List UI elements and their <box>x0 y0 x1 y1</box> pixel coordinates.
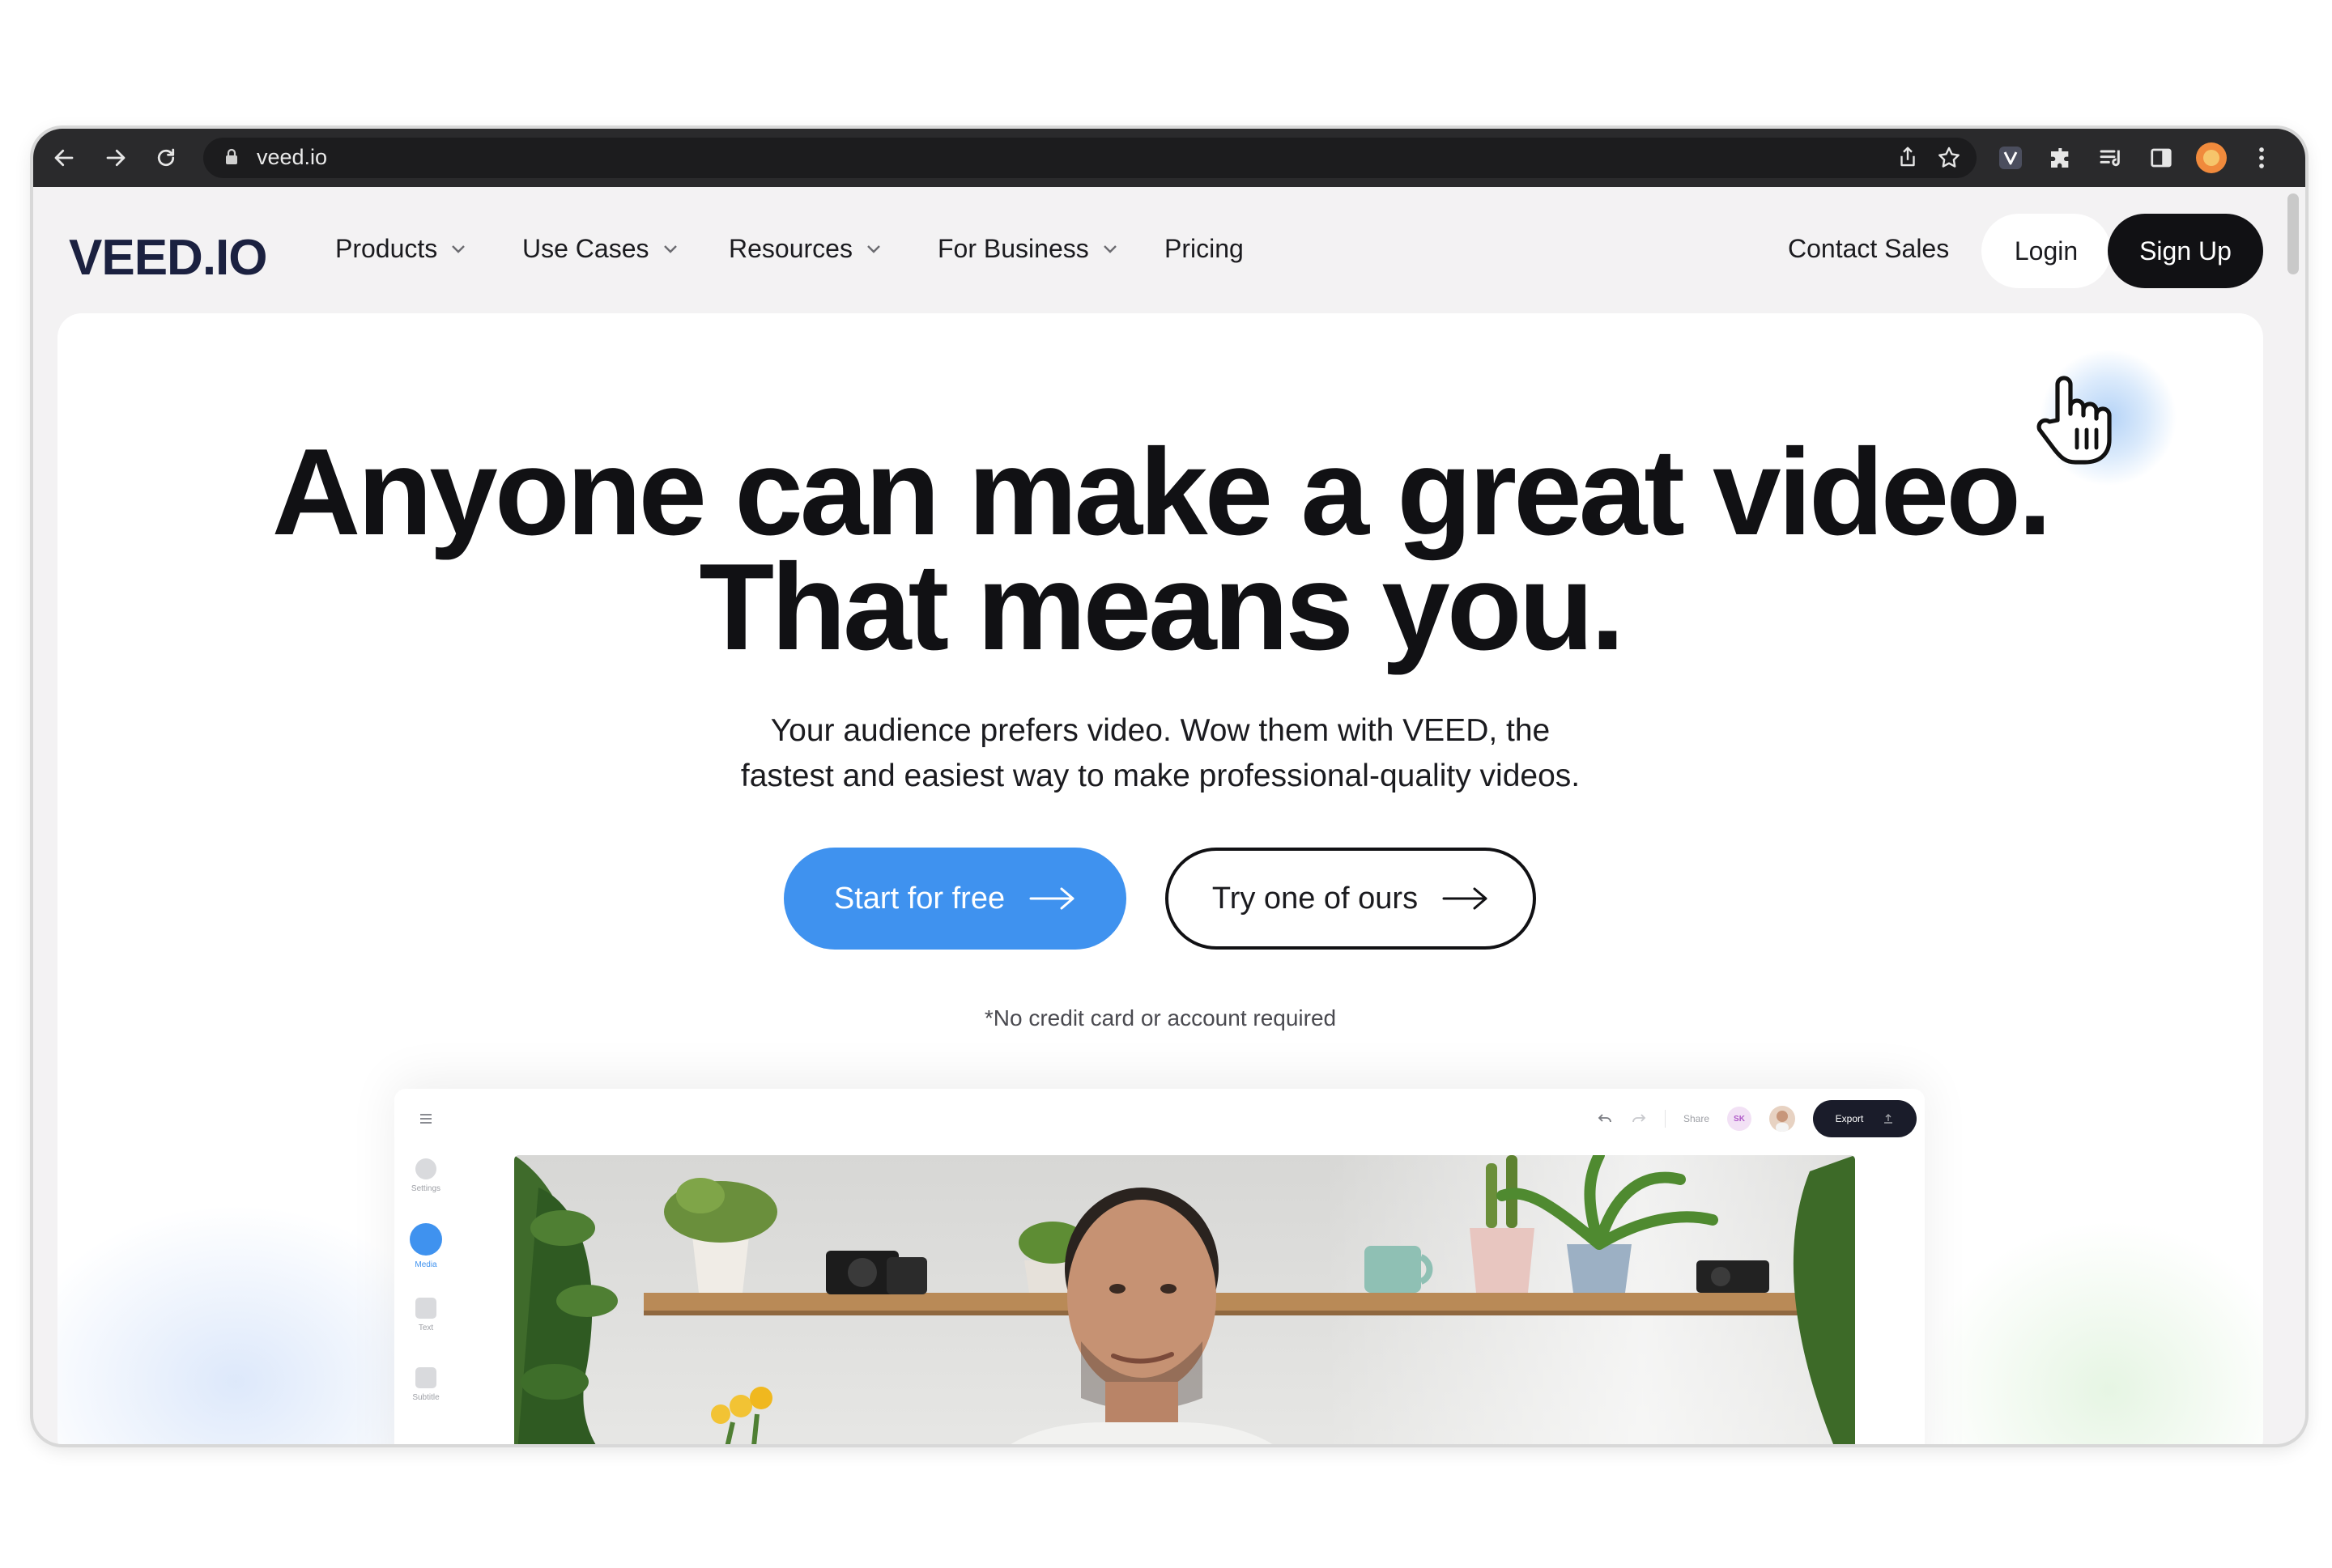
nav-label: Pricing <box>1164 234 1244 263</box>
export-label: Export <box>1835 1113 1864 1124</box>
contact-sales-link[interactable]: Contact Sales <box>1788 234 1949 264</box>
subhead-line: fastest and easiest way to make professi… <box>740 759 1581 793</box>
sidebar-label: Subtitle <box>412 1393 440 1402</box>
editor-sidebar-settings: Settings <box>406 1158 446 1193</box>
back-icon[interactable] <box>46 140 82 176</box>
video-preview <box>514 1155 1855 1444</box>
editor-sidebar-text: Text <box>406 1298 446 1332</box>
forward-icon[interactable] <box>98 140 134 176</box>
page-scrollbar[interactable] <box>2287 193 2299 274</box>
nav-label: Resources <box>729 234 853 263</box>
redo-icon <box>1632 1114 1646 1123</box>
export-button: Export <box>1813 1100 1917 1137</box>
headline-line: That means you. <box>699 538 1624 676</box>
signup-button[interactable]: Sign Up <box>2108 214 2263 288</box>
bookmark-star-icon[interactable] <box>1936 145 1962 175</box>
nav-label: Use Cases <box>522 234 649 263</box>
nav-label: For Business <box>938 234 1089 263</box>
chevron-down-icon <box>1103 244 1117 253</box>
subhead-line: Your audience prefers video. Wow them wi… <box>770 713 1551 748</box>
browser-window: veed.io VEED.IO Products Use Cases Resou… <box>33 129 2305 1444</box>
url-text: veed.io <box>257 145 328 169</box>
hero-headline: Anyone can make a great video. That mean… <box>57 431 2263 669</box>
sidebar-label: Settings <box>411 1184 441 1193</box>
user-avatar <box>1769 1106 1795 1132</box>
share-icon[interactable] <box>1896 145 1920 173</box>
try-one-of-ours-button[interactable]: Try one of ours <box>1165 848 1536 950</box>
browser-toolbar: veed.io <box>33 129 2305 187</box>
editor-sidebar-media: Media <box>406 1223 446 1269</box>
hand-pointer-cursor-icon <box>2036 376 2112 465</box>
undo-icon <box>1598 1114 1611 1123</box>
background-glow <box>1923 1220 2263 1444</box>
nav-pricing[interactable]: Pricing <box>1164 234 1244 264</box>
chevron-down-icon <box>867 244 880 253</box>
address-bar[interactable]: veed.io <box>203 138 1977 178</box>
nav-for-business[interactable]: For Business <box>938 234 1118 264</box>
hero-section: Anyone can make a great video. That mean… <box>57 313 2263 1444</box>
nav-resources[interactable]: Resources <box>729 234 882 264</box>
upload-icon <box>1884 1114 1893 1124</box>
side-panel-icon[interactable] <box>2143 140 2179 176</box>
video-frame-image <box>514 1155 1855 1444</box>
editor-topbar: Share SK Export <box>1597 1098 1917 1139</box>
veed-logo[interactable]: VEED.IO <box>69 229 268 287</box>
text-icon <box>415 1298 436 1319</box>
arrow-right-icon <box>1029 887 1075 910</box>
collaborator-avatar: SK <box>1727 1107 1751 1131</box>
nav-label: Products <box>335 234 438 263</box>
chevron-down-icon <box>663 244 677 253</box>
hero-subheading: Your audience prefers video. Wow them wi… <box>57 708 2263 799</box>
sidebar-label: Text <box>418 1324 434 1332</box>
chevron-down-icon <box>452 244 466 253</box>
start-for-free-button[interactable]: Start for free <box>784 848 1126 950</box>
extensions-puzzle-icon[interactable] <box>2043 140 2079 176</box>
veed-extension-icon[interactable] <box>1993 140 2028 176</box>
settings-icon <box>415 1158 436 1179</box>
profile-avatar-icon[interactable] <box>2194 140 2229 176</box>
lock-icon <box>224 148 239 170</box>
nav-products[interactable]: Products <box>335 234 466 264</box>
site-header: VEED.IO Products Use Cases Resources For… <box>33 187 2284 317</box>
media-icon <box>410 1223 442 1256</box>
no-credit-card-note: *No credit card or account required <box>984 1005 1337 1030</box>
arrow-right-icon <box>1442 887 1487 910</box>
cta-label: Try one of ours <box>1211 881 1419 916</box>
subtitle-icon <box>415 1367 436 1388</box>
cta-label: Start for free <box>833 881 1006 916</box>
login-button[interactable]: Login <box>1981 214 2111 288</box>
hamburger-menu-icon <box>420 1114 432 1124</box>
browser-menu-icon[interactable] <box>2244 140 2279 176</box>
nav-use-cases[interactable]: Use Cases <box>522 234 679 264</box>
editor-preview: Settings Media Text Subtitle Share SK Ex… <box>394 1089 1925 1444</box>
media-queue-icon[interactable] <box>2093 140 2129 176</box>
reload-icon[interactable] <box>148 140 184 176</box>
editor-sidebar-subtitle: Subtitle <box>406 1367 446 1402</box>
sidebar-label: Media <box>415 1260 437 1269</box>
share-label: Share <box>1683 1113 1709 1124</box>
